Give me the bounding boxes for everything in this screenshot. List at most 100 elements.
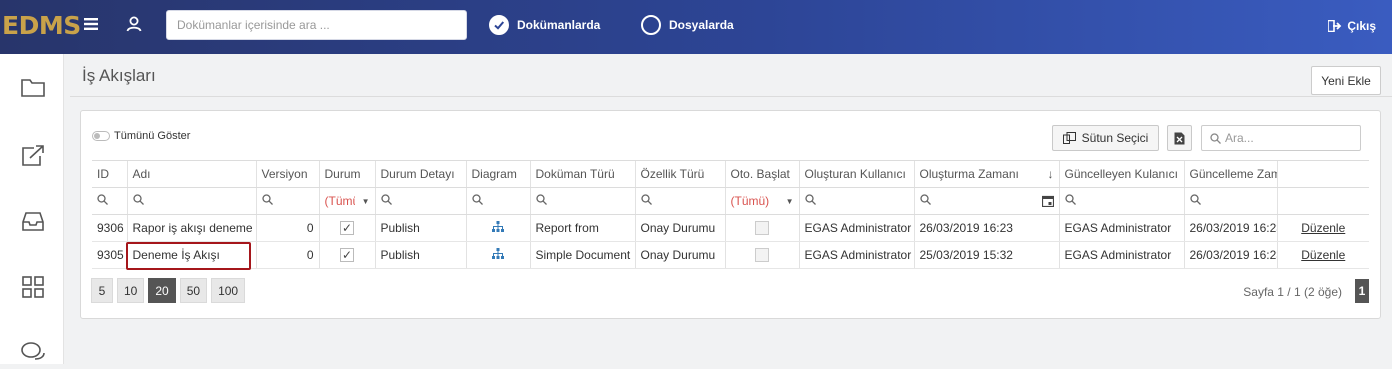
- filter-status-dropdown[interactable]: (Tümü) ▼: [318, 187, 375, 215]
- cell-feature-type: Onay Durumu: [634, 241, 725, 269]
- cell-created-at: 26/03/2019 16:23: [913, 214, 1059, 242]
- page-size-option[interactable]: 100: [211, 278, 246, 303]
- logout-button[interactable]: Çıkış: [1328, 19, 1376, 33]
- filter-cell-document-type[interactable]: [529, 187, 635, 215]
- column-header-created-by[interactable]: Oluşturan Kullanıcı: [798, 160, 914, 188]
- table-row[interactable]: 9305 Deneme İş Akışı 0 ✓ Publish Simple …: [92, 241, 1369, 269]
- filter-cell-updated-at[interactable]: [1183, 187, 1277, 215]
- radio-folders-label: Dosyalarda: [669, 18, 734, 32]
- show-all-toggle[interactable]: Tümünü Göster: [92, 130, 190, 142]
- export-excel-button[interactable]: [1167, 125, 1192, 151]
- logout-label: Çıkış: [1347, 19, 1376, 33]
- filter-cell-feature-type[interactable]: [634, 187, 725, 215]
- page-size-option[interactable]: 10: [117, 278, 145, 303]
- hamburger-menu-icon[interactable]: [84, 17, 98, 34]
- radio-search-folders[interactable]: Dosyalarda: [641, 14, 734, 36]
- table-row[interactable]: 9306 Rapor iş akışı deneme 0 ✓ Publish R…: [92, 214, 1369, 242]
- column-header-id[interactable]: ID: [92, 160, 127, 188]
- column-header-diagram[interactable]: Diagram: [465, 160, 530, 188]
- add-new-button[interactable]: Yeni Ekle: [1311, 66, 1381, 95]
- edit-link[interactable]: Düzenle: [1301, 221, 1345, 235]
- column-chooser-button[interactable]: Sütun Seçici: [1052, 125, 1159, 151]
- cell-status: ✓: [318, 241, 375, 269]
- column-header-created-at[interactable]: Oluşturma Zamanı ↓: [913, 160, 1059, 188]
- filter-cell-id[interactable]: [92, 187, 127, 215]
- diagram-sitemap-icon[interactable]: [492, 221, 504, 232]
- chat-icon[interactable]: [20, 340, 46, 366]
- grid-search-box[interactable]: [1201, 125, 1361, 151]
- search-icon: [132, 194, 144, 205]
- page-size-option[interactable]: 5: [91, 278, 113, 303]
- user-icon[interactable]: [126, 16, 142, 35]
- edit-link[interactable]: Düzenle: [1301, 248, 1345, 262]
- filter-auto-start-dropdown[interactable]: (Tümü) ▼: [724, 187, 799, 215]
- search-icon: [1064, 194, 1076, 205]
- status-checkbox: ✓: [340, 248, 354, 263]
- column-header-status-detail[interactable]: Durum Detayı: [374, 160, 466, 188]
- cell-feature-type: Onay Durumu: [634, 214, 725, 242]
- column-header-feature-type[interactable]: Özellik Türü: [634, 160, 725, 188]
- cell-diagram: [465, 214, 530, 242]
- workflow-name-link[interactable]: Deneme İş Akışı: [126, 241, 256, 269]
- filter-cell-diagram[interactable]: [465, 187, 530, 215]
- cell-status-detail: Publish: [374, 214, 466, 242]
- radio-checked-icon: [489, 15, 509, 35]
- filter-cell-version[interactable]: [255, 187, 319, 215]
- cell-diagram: [465, 241, 530, 269]
- page-size-selector: 5 10 20 50 100: [91, 278, 249, 303]
- page-size-option-active[interactable]: 20: [148, 278, 176, 303]
- cell-created-by: EGAS Administrator: [798, 214, 914, 242]
- column-header-status[interactable]: Durum: [318, 160, 375, 188]
- auto-start-checkbox: [755, 221, 769, 236]
- filter-cell-updated-by[interactable]: [1058, 187, 1184, 215]
- grid-search-input[interactable]: [1225, 131, 1355, 145]
- cell-document-type: Report from: [529, 214, 635, 242]
- radio-search-documents[interactable]: Dokümanlarda: [489, 14, 600, 36]
- filter-cell-created-at[interactable]: [913, 187, 1059, 215]
- share-icon[interactable]: [20, 142, 46, 168]
- filter-status-value: (Tümü): [324, 194, 355, 208]
- search-icon: [804, 194, 816, 205]
- auto-start-checkbox: [755, 248, 769, 263]
- folder-icon[interactable]: [20, 74, 46, 100]
- header-divider: [70, 96, 1392, 97]
- radio-unchecked-icon: [641, 15, 661, 35]
- search-icon: [97, 194, 108, 205]
- column-header-document-type[interactable]: Doküman Türü: [529, 160, 635, 188]
- page-number-button[interactable]: 1: [1355, 279, 1369, 303]
- cell-updated-by: EGAS Administrator: [1058, 214, 1184, 242]
- caret-down-icon: ▼: [361, 196, 370, 206]
- calendar-icon[interactable]: [1041, 195, 1054, 207]
- toggle-switch[interactable]: [92, 131, 110, 141]
- search-icon: [640, 194, 652, 205]
- document-search-input[interactable]: [166, 10, 467, 40]
- column-header-name[interactable]: Adı: [126, 160, 256, 188]
- page-size-option[interactable]: 50: [179, 278, 208, 303]
- column-header-updated-by[interactable]: Güncelleyen Kulanıcı: [1058, 160, 1184, 188]
- cell-version: 0: [255, 241, 319, 269]
- logout-icon: [1328, 20, 1342, 32]
- column-header-created-at-label: Oluşturma Zamanı: [919, 167, 1019, 181]
- workflow-name-link[interactable]: Rapor iş akışı deneme: [126, 214, 256, 242]
- workflow-grid-panel: Tümünü Göster Sütun Seçici ID Adı Versiy…: [80, 110, 1381, 319]
- page-info: Sayfa 1 / 1 (2 öğe): [1243, 285, 1342, 299]
- dashboard-grid-icon[interactable]: [20, 274, 46, 300]
- filter-cell-name[interactable]: [126, 187, 256, 215]
- filter-cell-created-by[interactable]: [798, 187, 914, 215]
- cell-status: ✓: [318, 214, 375, 242]
- workflow-table: ID Adı Versiyon Durum Durum Detayı Diagr…: [92, 160, 1369, 269]
- app-logo[interactable]: EDMS: [2, 11, 81, 40]
- diagram-sitemap-icon[interactable]: [492, 248, 504, 259]
- cell-auto-start: [724, 214, 799, 242]
- column-header-auto-start[interactable]: Oto. Başlat: [724, 160, 799, 188]
- cell-id: 9305: [92, 241, 127, 269]
- filter-cell-status-detail[interactable]: [374, 187, 466, 215]
- column-header-version[interactable]: Versiyon: [255, 160, 319, 188]
- column-header-updated-at[interactable]: Güncelleme Zamanı: [1183, 160, 1277, 188]
- sort-descending-icon: ↓: [1047, 167, 1054, 181]
- inbox-icon[interactable]: [20, 208, 46, 234]
- cell-auto-start: [724, 241, 799, 269]
- search-icon: [919, 194, 931, 205]
- filter-auto-start-value: (Tümü): [730, 194, 770, 208]
- cell-updated-at: 26/03/2019 16:23: [1183, 241, 1277, 269]
